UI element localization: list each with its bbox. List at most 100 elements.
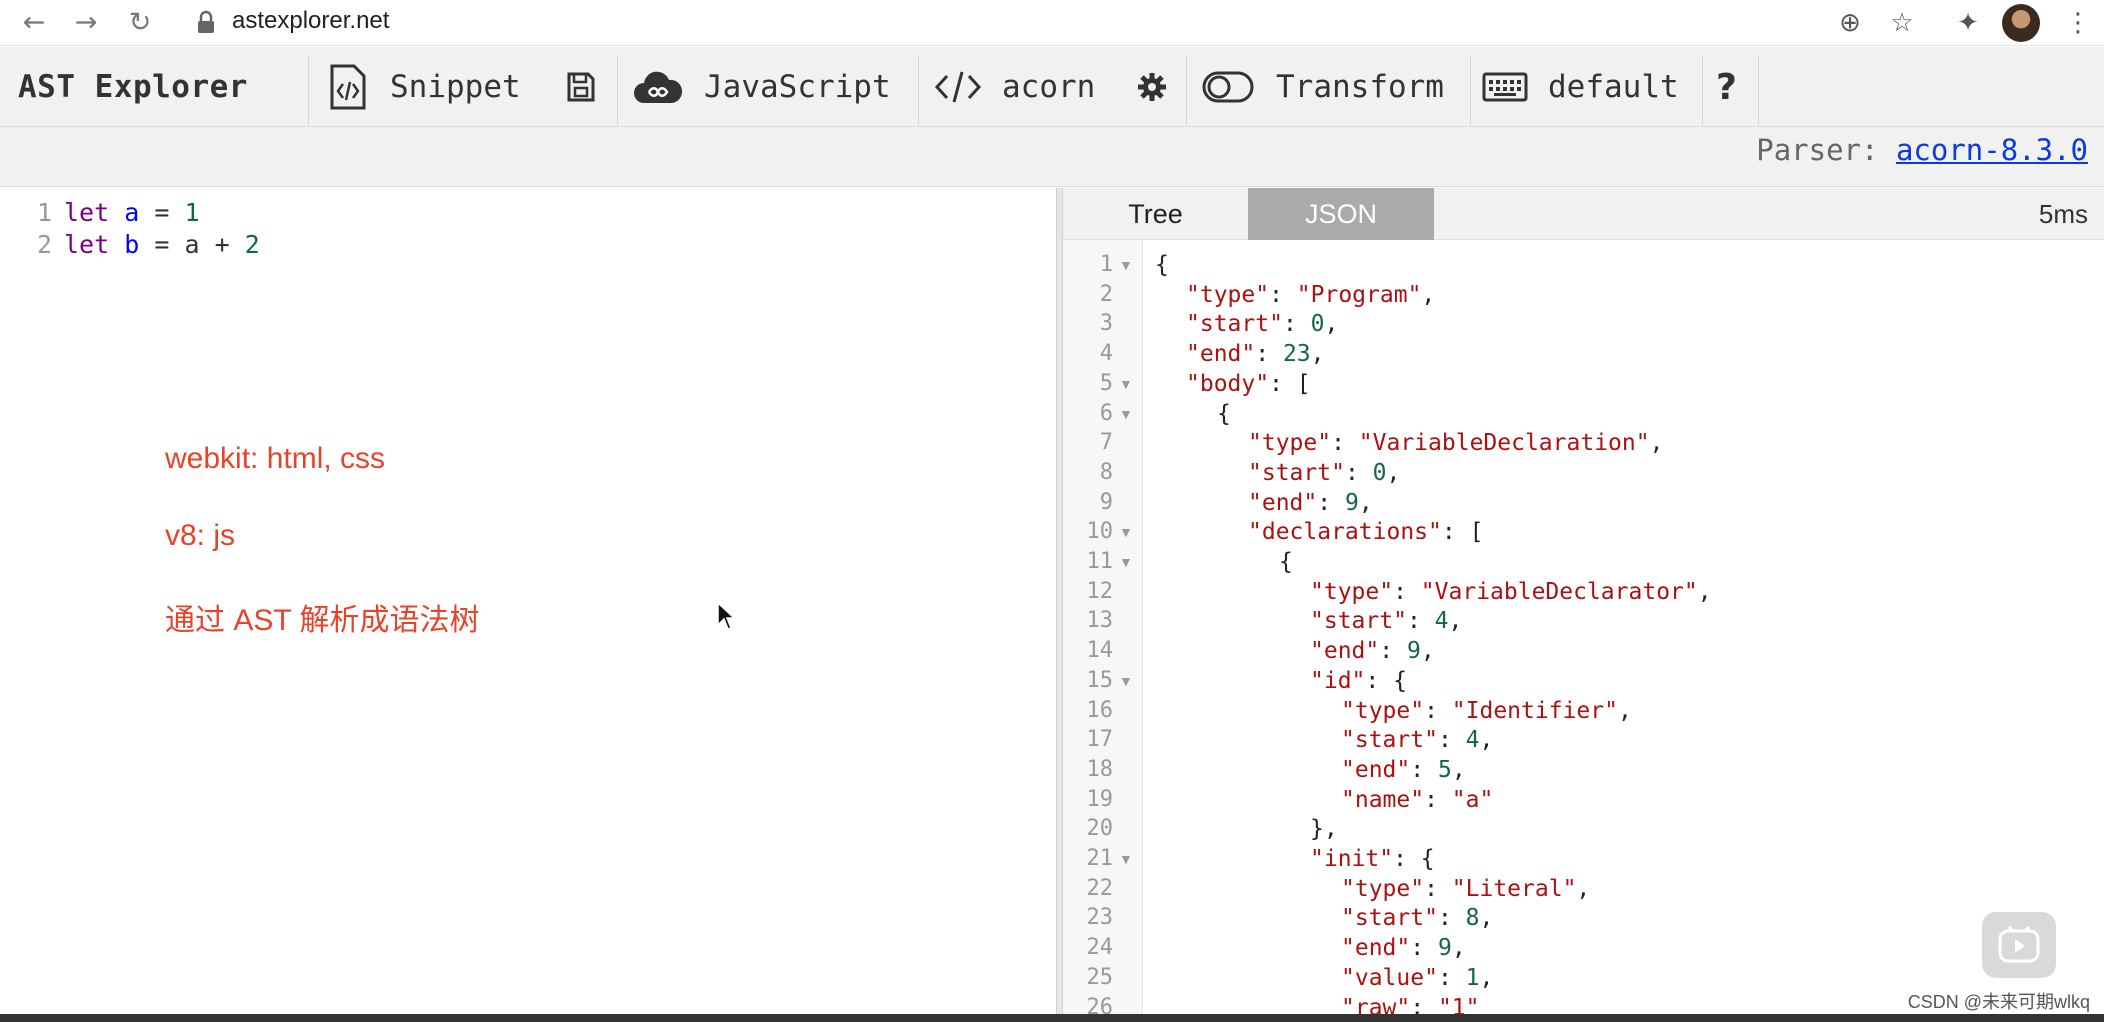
json-value: 9 xyxy=(1437,935,1452,962)
avatar[interactable] xyxy=(2002,4,2040,42)
json-line[interactable]: "type": "VariableDeclaration", xyxy=(1248,428,1663,458)
json-line[interactable]: "type": "VariableDeclarator", xyxy=(1310,577,1712,607)
output-tabs: Tree JSON 5ms xyxy=(1063,188,2104,240)
json-value: 8 xyxy=(1465,905,1480,932)
keyboard-icon xyxy=(1482,72,1528,102)
line-number: 14 xyxy=(1086,638,1114,664)
reload-icon[interactable]: ↻ xyxy=(122,4,158,40)
json-line[interactable]: "type": "Identifier", xyxy=(1341,696,1632,726)
help-icon[interactable]: ? xyxy=(1716,47,1737,127)
json-line[interactable]: "end": 9, xyxy=(1310,636,1435,666)
pane-splitter[interactable] xyxy=(1056,188,1063,1014)
json-line[interactable]: "start": 8, xyxy=(1341,903,1493,933)
line-number: 10 xyxy=(1086,519,1114,545)
json-key: "declarations" xyxy=(1248,519,1442,546)
json-line[interactable]: "start": 4, xyxy=(1341,725,1493,755)
star-icon[interactable]: ☆ xyxy=(1884,5,1920,41)
json-value: 5 xyxy=(1437,756,1452,783)
fold-toggle-icon[interactable]: ▼ xyxy=(1119,250,1133,280)
json-line[interactable]: "body": [ xyxy=(1186,369,1311,399)
extensions-icon[interactable]: ✦ xyxy=(1950,5,1986,41)
fold-toggle-icon[interactable]: ▼ xyxy=(1119,369,1133,399)
snippet-button[interactable]: Snippet xyxy=(328,47,521,127)
json-key: "start" xyxy=(1341,905,1438,932)
tab-json[interactable]: JSON xyxy=(1248,188,1434,240)
code-icon xyxy=(934,71,982,103)
line-number: 3 xyxy=(1099,311,1113,337)
json-key: "end" xyxy=(1310,638,1380,665)
zoom-icon[interactable]: ⊕ xyxy=(1832,5,1868,41)
json-line[interactable]: "init": { xyxy=(1310,844,1435,874)
line-number: 4 xyxy=(1099,341,1113,367)
json-value: "Identifier" xyxy=(1451,697,1618,724)
json-value: "a" xyxy=(1451,786,1494,813)
parser-button[interactable]: acorn xyxy=(934,47,1095,127)
json-line[interactable]: "end": 9, xyxy=(1248,488,1373,518)
parser-label: acorn xyxy=(1002,69,1096,105)
json-key: "start" xyxy=(1310,608,1407,635)
fold-toggle-icon[interactable]: ▼ xyxy=(1119,547,1133,577)
line-number: 15 xyxy=(1086,667,1114,693)
keymap-button[interactable]: default xyxy=(1482,47,1679,127)
json-line[interactable]: "id": { xyxy=(1310,666,1407,696)
line-number: 22 xyxy=(1086,875,1114,901)
json-value: 1 xyxy=(1465,964,1480,991)
play-icon xyxy=(1998,925,2040,963)
save-icon xyxy=(567,72,595,102)
json-line[interactable]: "type": "Literal", xyxy=(1341,874,1590,904)
json-value: "Program" xyxy=(1296,281,1422,308)
language-label: JavaScript xyxy=(704,69,891,105)
line-number: 23 xyxy=(1086,905,1114,931)
json-key: "end" xyxy=(1248,489,1318,516)
json-line[interactable]: "start": 4, xyxy=(1310,606,1462,636)
json-line[interactable]: }, xyxy=(1310,814,1338,844)
output-panel: Tree JSON 5ms 1 ▼{2 "type": "Program", 3 "st… xyxy=(1063,188,2104,1021)
lock-icon[interactable] xyxy=(194,9,218,37)
json-key: "start" xyxy=(1186,311,1283,338)
json-key: "type" xyxy=(1341,875,1425,902)
json-key: "type" xyxy=(1341,697,1425,724)
json-line[interactable]: "name": "a" xyxy=(1341,785,1493,815)
json-line[interactable]: "end": 9, xyxy=(1341,933,1466,963)
language-button[interactable]: JavaScript xyxy=(632,47,891,127)
fold-toggle-icon[interactable]: ▼ xyxy=(1119,666,1133,696)
code-line[interactable]: 1 let a = 1 xyxy=(30,198,200,230)
json-line[interactable]: "end": 5, xyxy=(1341,755,1466,785)
json-value: { xyxy=(1393,667,1407,694)
code-editor[interactable]: 1 let a = 1 2 let b = a + 2 xyxy=(0,188,1055,1014)
file-code-icon xyxy=(330,64,366,110)
code-line[interactable]: 2 let b = a + 2 xyxy=(30,230,260,262)
json-line[interactable]: { xyxy=(1155,250,1169,280)
parser-settings-button[interactable] xyxy=(1136,47,1168,127)
annotation-note: v8: js xyxy=(165,519,236,552)
line-number: 5 xyxy=(1099,370,1113,396)
json-line[interactable]: "declarations": [ xyxy=(1248,517,1483,547)
line-number: 25 xyxy=(1086,964,1114,990)
json-value: 23 xyxy=(1282,341,1311,368)
json-line[interactable]: "start": 0, xyxy=(1248,458,1400,488)
json-value: 0 xyxy=(1372,459,1387,486)
address-bar[interactable]: astexplorer.net xyxy=(232,7,389,35)
bottom-bar xyxy=(0,1014,2104,1022)
json-value: 9 xyxy=(1406,638,1421,665)
json-value: 4 xyxy=(1434,608,1449,635)
tab-tree[interactable]: Tree xyxy=(1063,188,1248,240)
fold-toggle-icon[interactable]: ▼ xyxy=(1119,844,1133,874)
json-line[interactable]: { xyxy=(1279,547,1293,577)
json-key: "end" xyxy=(1341,935,1411,962)
json-line[interactable]: "end": 23, xyxy=(1186,339,1325,369)
play-button[interactable] xyxy=(1982,912,2056,978)
save-button[interactable] xyxy=(566,47,596,127)
json-line[interactable]: "type": "Program", xyxy=(1186,280,1435,310)
kebab-menu-icon[interactable]: ⋮ xyxy=(2060,5,2096,41)
arrow-right-icon[interactable]: → xyxy=(68,4,104,40)
json-line[interactable]: { xyxy=(1217,399,1231,429)
json-line[interactable]: "start": 0, xyxy=(1186,309,1338,339)
fold-toggle-icon[interactable]: ▼ xyxy=(1119,399,1133,429)
arrow-left-icon[interactable]: ← xyxy=(16,4,52,40)
transform-toggle[interactable]: Transform xyxy=(1202,47,1444,127)
json-line[interactable]: "value": 1, xyxy=(1341,963,1493,993)
app-toolbar: AST Explorer Snippet JavaScript acorn Tr… xyxy=(0,47,2104,127)
fold-toggle-icon[interactable]: ▼ xyxy=(1119,517,1133,547)
parser-version-link[interactable]: acorn-8.3.0 xyxy=(1896,133,2088,167)
